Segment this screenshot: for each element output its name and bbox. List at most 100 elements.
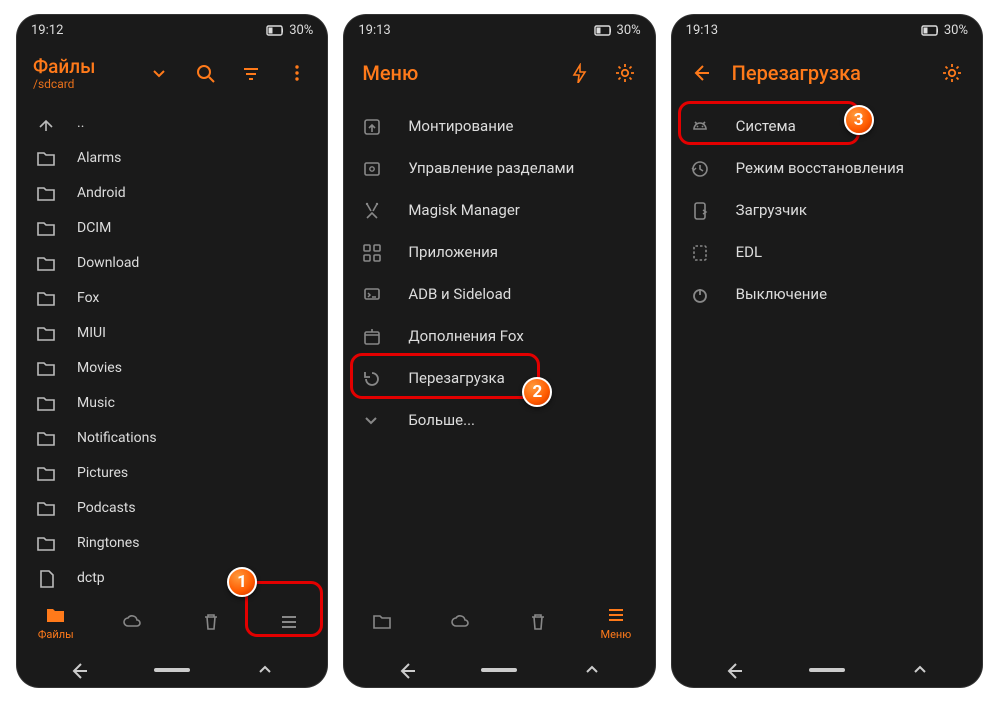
list-item[interactable]: Movies: [17, 350, 327, 385]
list-item-label: ..: [77, 115, 84, 131]
appbar: Файлы /sdcard: [17, 45, 327, 101]
status-time: 19:13: [358, 23, 390, 38]
bottom-nav: Файлы: [17, 591, 327, 653]
folder-icon: [35, 148, 57, 168]
battery-icon: [920, 21, 938, 39]
appbar-title: Меню: [354, 61, 552, 85]
list-item[interactable]: EDL: [672, 231, 982, 273]
list-item[interactable]: Перезагрузка: [344, 357, 654, 399]
statusbar: 19:13 30%: [672, 15, 982, 45]
power-icon: [688, 284, 710, 304]
more-button[interactable]: [277, 53, 317, 93]
dropdown-button[interactable]: [139, 53, 179, 93]
recents-icon[interactable]: [255, 660, 275, 680]
nav-cloud[interactable]: [422, 611, 500, 633]
file-list[interactable]: .. AlarmsAndroid DCIM Download Fox MIUI Movies…: [17, 101, 327, 591]
folder-icon: [35, 253, 57, 273]
bolt-button[interactable]: [559, 53, 599, 93]
list-item[interactable]: Загрузчик: [672, 189, 982, 231]
system-nav: [17, 653, 327, 687]
filter-button[interactable]: [231, 53, 271, 93]
list-item[interactable]: Управление разделами: [344, 147, 654, 189]
list-item[interactable]: Больше...: [344, 399, 654, 441]
recents-icon[interactable]: [582, 660, 602, 680]
list-item[interactable]: dctp: [17, 560, 327, 591]
appbar-title: Перезагрузка: [728, 61, 926, 85]
list-item-label: Download: [77, 255, 139, 271]
list-item-label: Ringtones: [77, 535, 139, 551]
list-item-label: MIUI: [77, 325, 106, 341]
cloud-icon: [122, 611, 144, 633]
status-time: 19:12: [31, 23, 63, 38]
bolt-icon: [569, 63, 589, 83]
recents-icon[interactable]: [910, 660, 930, 680]
list-item-label: Дополнения Fox: [408, 327, 523, 345]
list-item[interactable]: Podcasts: [17, 490, 327, 525]
home-pill[interactable]: [154, 668, 190, 672]
folder-icon: [35, 323, 57, 343]
nav-trash[interactable]: [499, 611, 577, 633]
list-item[interactable]: Система: [672, 105, 982, 147]
nav-trash[interactable]: [172, 611, 250, 633]
badge-1: 1: [227, 567, 257, 597]
list-item[interactable]: Монтирование: [344, 105, 654, 147]
folder-icon: [35, 288, 57, 308]
list-item-label: DCIM: [77, 220, 111, 236]
list-item-label: Movies: [77, 360, 122, 376]
list-item[interactable]: Выключение: [672, 273, 982, 315]
gear-icon: [614, 62, 636, 84]
list-item-label: Music: [77, 395, 115, 411]
battery-icon: [265, 21, 283, 39]
home-pill[interactable]: [809, 668, 845, 672]
list-item[interactable]: Music: [17, 385, 327, 420]
appbar-title: Файлы: [33, 55, 133, 78]
list-item[interactable]: Alarms: [17, 140, 327, 175]
list-item[interactable]: DCIM: [17, 210, 327, 245]
badge-3: 3: [844, 105, 874, 135]
nav-files[interactable]: Файлы: [17, 604, 95, 641]
more-vert-icon: [287, 63, 307, 83]
list-item[interactable]: Magisk Manager: [344, 189, 654, 231]
reboot-list: Система Режим восстановленияЗагрузчикEDLВ…: [672, 101, 982, 653]
nav-files-label: Файлы: [38, 628, 74, 641]
status-time: 19:13: [686, 23, 718, 38]
list-item[interactable]: Дополнения Fox: [344, 315, 654, 357]
list-item[interactable]: Download: [17, 245, 327, 280]
list-item[interactable]: Режим восстановления: [672, 147, 982, 189]
nav-menu[interactable]: [250, 611, 328, 633]
home-pill[interactable]: [481, 668, 517, 672]
nav-cloud[interactable]: [95, 611, 173, 633]
list-item-label: Управление разделами: [408, 159, 574, 177]
list-item[interactable]: ..: [17, 105, 327, 140]
system-nav: [344, 653, 654, 687]
list-item[interactable]: Pictures: [17, 455, 327, 490]
list-item[interactable]: MIUI: [17, 315, 327, 350]
search-button[interactable]: [185, 53, 225, 93]
menu-icon: [278, 611, 300, 633]
settings-button[interactable]: [932, 53, 972, 93]
folder-icon: [35, 183, 57, 203]
back-button[interactable]: [682, 53, 722, 93]
list-item[interactable]: Ringtones: [17, 525, 327, 560]
settings-button[interactable]: [605, 53, 645, 93]
back-icon[interactable]: [69, 660, 89, 680]
list-item-label: Система: [736, 117, 796, 135]
partition-icon: [360, 158, 382, 178]
list-item[interactable]: Android: [17, 175, 327, 210]
list-item-label: Приложения: [408, 243, 498, 261]
list-item-label: Notifications: [77, 430, 157, 446]
back-icon[interactable]: [397, 660, 417, 680]
nav-files[interactable]: [344, 611, 422, 633]
back-icon[interactable]: [724, 660, 744, 680]
cloud-icon: [450, 611, 472, 633]
list-item[interactable]: ADB и Sideload: [344, 273, 654, 315]
list-item[interactable]: Fox: [17, 280, 327, 315]
nav-menu[interactable]: Меню: [577, 604, 655, 641]
list-item-label: Больше...: [408, 411, 475, 429]
list-item[interactable]: Notifications: [17, 420, 327, 455]
nav-menu-label: Меню: [600, 628, 631, 641]
box-icon: [360, 326, 382, 346]
search-icon: [195, 63, 215, 83]
menu-icon: [605, 604, 627, 626]
list-item[interactable]: Приложения: [344, 231, 654, 273]
